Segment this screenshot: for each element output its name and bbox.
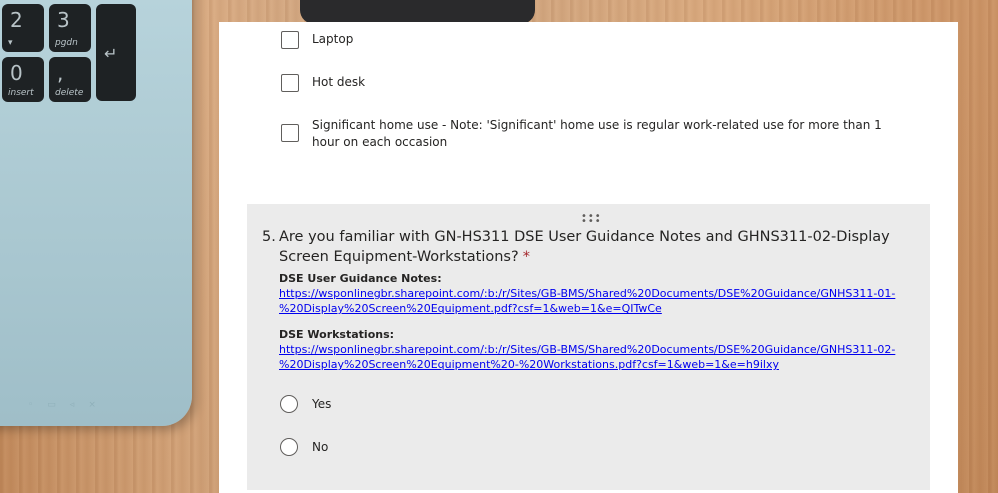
question-number: 5.	[262, 229, 276, 245]
key-0: 0 insert	[2, 57, 44, 102]
question-card: ••• ••• 5. Are you familiar with GN-HS311…	[247, 204, 930, 490]
key-3-sublabel: pgdn	[55, 38, 78, 48]
required-asterisk: *	[522, 249, 530, 265]
question-title: 5. Are you familiar with GN-HS311 DSE Us…	[262, 227, 902, 265]
option-significant-home-use[interactable]: Significant home use - Note: 'Significan…	[281, 117, 911, 151]
choice-label: Yes	[312, 397, 332, 411]
option-label: Hot desk	[312, 75, 366, 89]
key-2: 2 ▾	[2, 4, 44, 52]
checkbox-laptop[interactable]	[281, 31, 299, 49]
radio-yes[interactable]	[280, 395, 298, 413]
key-0-sublabel: insert	[8, 88, 34, 98]
choice-no[interactable]: No	[280, 438, 328, 456]
option-label: Laptop	[312, 32, 354, 46]
guidance-link[interactable]: https://wsponlinegbr.sharepoint.com/:b:/…	[279, 286, 899, 316]
question-text: Are you familiar with GN-HS311 DSE User …	[279, 229, 890, 265]
option-label: Significant home use - Note: 'Significan…	[312, 118, 882, 149]
key-3: 3 pgdn	[49, 4, 91, 52]
enter-key: ↵	[96, 4, 136, 101]
guidance-heading: DSE User Guidance Notes:	[279, 272, 442, 285]
key-comma: , delete	[49, 57, 91, 102]
option-laptop[interactable]: Laptop	[281, 31, 353, 49]
form-panel: Laptop Hot desk Significant home use - N…	[219, 22, 958, 493]
choice-yes[interactable]: Yes	[280, 395, 331, 413]
checkbox-significant-home-use[interactable]	[281, 124, 299, 142]
key-2-sublabel: ▾	[8, 38, 13, 48]
key-comma-sublabel: delete	[55, 88, 84, 98]
laptop-image: 2 ▾ 3 pgdn ↵ 0 insert , delete ◦▭◃×	[0, 0, 192, 426]
laptop-status-icons: ◦▭◃×	[28, 400, 110, 410]
radio-no[interactable]	[280, 438, 298, 456]
key-comma-label: ,	[57, 61, 64, 85]
key-0-label: 0	[10, 61, 23, 85]
workstations-link[interactable]: https://wsponlinegbr.sharepoint.com/:b:/…	[279, 342, 899, 372]
phone-image	[300, 0, 535, 24]
option-hot-desk[interactable]: Hot desk	[281, 74, 365, 92]
checkbox-hot-desk[interactable]	[281, 74, 299, 92]
choice-label: No	[312, 440, 329, 454]
drag-handle-icon[interactable]: ••• •••	[581, 212, 601, 227]
enter-arrow-icon: ↵	[104, 44, 118, 63]
key-2-label: 2	[10, 8, 23, 32]
workstations-heading: DSE Workstations:	[279, 328, 395, 341]
key-3-label: 3	[57, 8, 70, 32]
